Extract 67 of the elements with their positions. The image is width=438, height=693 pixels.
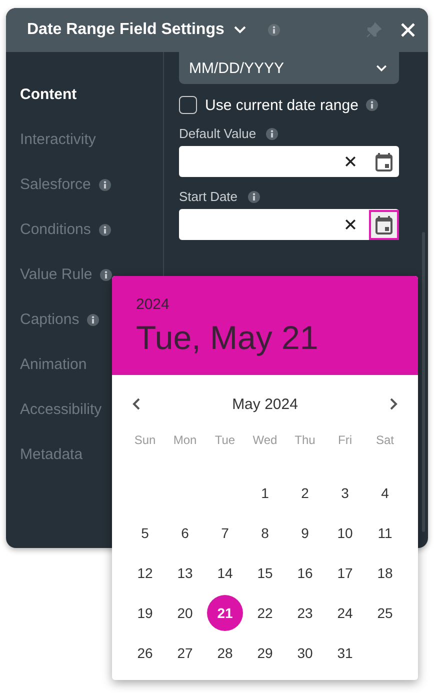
info-icon[interactable] [87, 314, 100, 326]
info-icon[interactable] [266, 128, 278, 140]
calendar-icon [375, 152, 393, 172]
calendar-day[interactable]: 18 [367, 555, 403, 591]
calendar-day[interactable]: 10 [327, 515, 363, 551]
calendar-day[interactable]: 1 [247, 475, 283, 511]
month-label: May 2024 [232, 396, 298, 412]
chevron-down-icon[interactable] [234, 26, 246, 34]
calendar-day[interactable]: 3 [327, 475, 363, 511]
calendar-day[interactable]: 16 [287, 555, 323, 591]
calendar-day[interactable]: 6 [167, 515, 203, 551]
calendar-day[interactable]: 15 [247, 555, 283, 591]
calendar-day[interactable]: 2 [287, 475, 323, 511]
weekday-label: Wed [252, 433, 278, 447]
calendar-day[interactable]: 29 [247, 635, 283, 671]
calendar-day[interactable]: 21 [207, 595, 243, 631]
calendar-day[interactable]: 23 [287, 595, 323, 631]
info-icon[interactable] [98, 178, 111, 190]
date-field[interactable] [179, 209, 399, 240]
calendar-day[interactable]: 14 [207, 555, 243, 591]
weekday-label: Thu [294, 433, 316, 447]
field-label: Start Date [179, 189, 238, 204]
info-icon[interactable] [100, 268, 112, 280]
info-icon[interactable] [366, 99, 378, 111]
calendar-day[interactable]: 28 [207, 635, 243, 671]
checkbox-label: Use current date range [205, 96, 358, 114]
weekday-label: Fri [338, 433, 352, 447]
calendar-day[interactable]: 8 [247, 515, 283, 551]
calendar-day[interactable]: 22 [247, 595, 283, 631]
calendar-button[interactable] [369, 210, 399, 240]
clear-icon[interactable] [345, 156, 356, 167]
calendar-day[interactable]: 26 [127, 635, 163, 671]
format-dropdown[interactable]: MM/DD/YYYY [179, 52, 399, 84]
date-field[interactable] [179, 146, 399, 177]
info-icon[interactable] [268, 24, 280, 36]
calendar-day[interactable]: 12 [127, 555, 163, 591]
info-icon[interactable] [248, 190, 260, 202]
calendar-day[interactable]: 24 [327, 595, 363, 631]
calendar-day[interactable]: 11 [367, 515, 403, 551]
calendar-day[interactable]: 20 [167, 595, 203, 631]
calendar-day[interactable]: 9 [287, 515, 323, 551]
picker-date: Tue, May 21 [136, 319, 318, 357]
calendar-day[interactable]: 4 [367, 475, 403, 511]
calendar-day[interactable]: 19 [127, 595, 163, 631]
checkbox[interactable] [179, 96, 197, 114]
calendar-day[interactable]: 31 [327, 635, 363, 671]
weekday-label: Sat [376, 433, 394, 447]
close-icon[interactable] [400, 22, 416, 38]
next-month-icon[interactable] [390, 398, 398, 410]
weekday-label: Sun [134, 433, 156, 447]
calendar-day[interactable]: 25 [367, 595, 403, 631]
chevron-down-icon [376, 64, 387, 72]
calendar-icon [375, 214, 393, 234]
clear-icon[interactable] [345, 219, 356, 230]
weekday-label: Tue [214, 433, 236, 447]
calendar-day[interactable]: 30 [287, 635, 323, 671]
field-label: Default Value [179, 126, 256, 141]
sidebar-item[interactable]: Content [20, 86, 77, 103]
calendar-day[interactable]: 13 [167, 555, 203, 591]
panel-title: Date Range Field Settings [27, 21, 224, 39]
calendar-day[interactable]: 5 [127, 515, 163, 551]
calendar-day[interactable]: 17 [327, 555, 363, 591]
calendar-day[interactable]: 27 [167, 635, 203, 671]
info-icon[interactable] [98, 224, 111, 236]
previous-month-icon[interactable] [132, 398, 140, 410]
calendar-day[interactable]: 7 [207, 515, 243, 551]
weekday-label: Mon [173, 433, 197, 447]
